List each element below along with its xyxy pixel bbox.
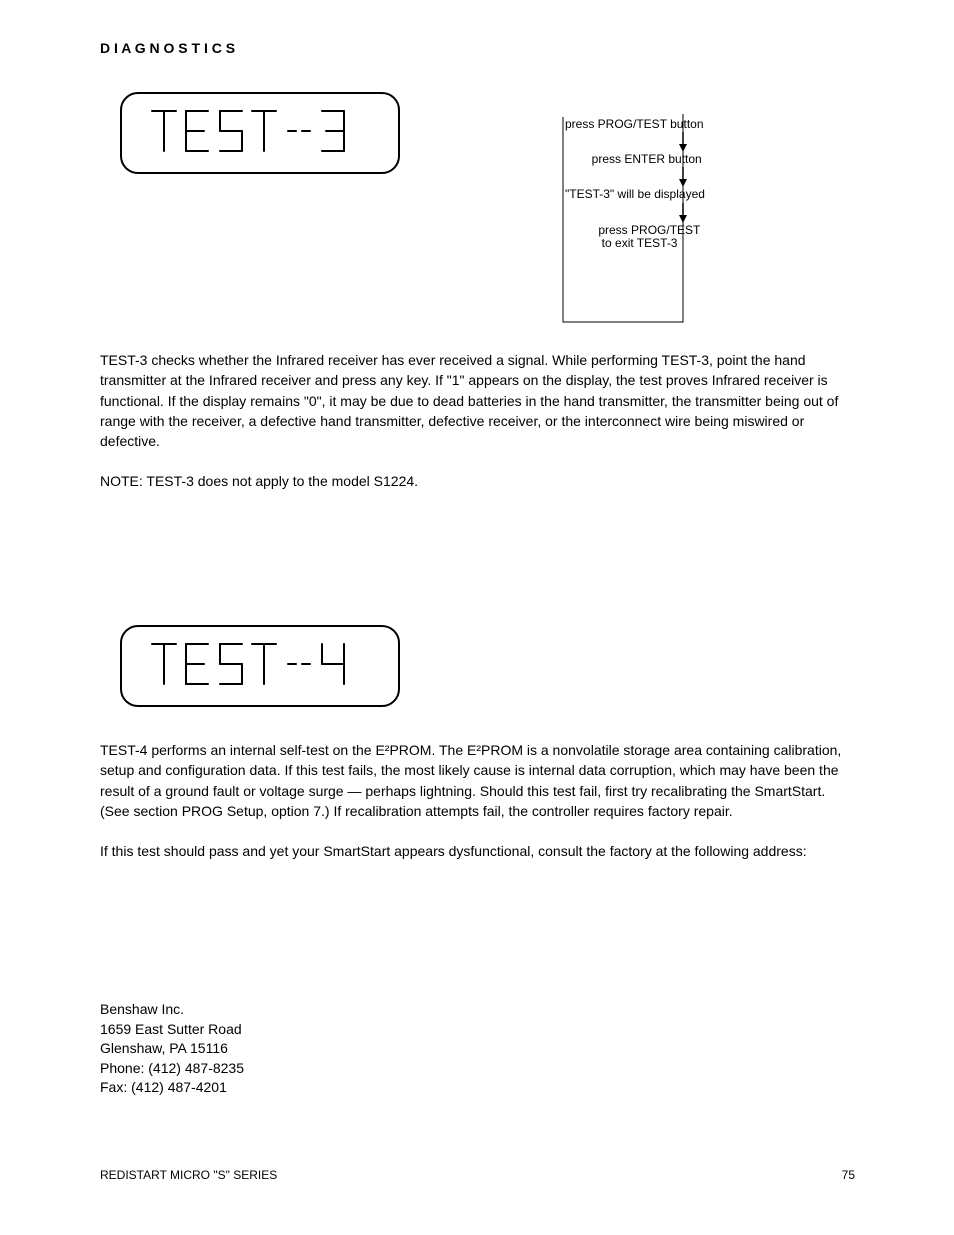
flow-bracket-icon: [560, 114, 690, 326]
lcd-display-test3: [120, 92, 400, 174]
test4-paragraph-2: If this test should pass and yet your Sm…: [100, 841, 855, 861]
test3-note: NOTE: TEST-3 does not apply to the model…: [100, 471, 855, 491]
test3-description-block: TEST-3 checks whether the Infrared recei…: [100, 350, 855, 512]
lcd-text-test4: [146, 636, 376, 696]
test4-paragraph-1: TEST-4 performs an internal self-test on…: [100, 740, 855, 821]
city-state-zip: Glenshaw, PA 15116: [100, 1039, 244, 1059]
footer-left: REDISTART MICRO "S" SERIES: [100, 1168, 277, 1182]
footer-right: 75: [842, 1168, 855, 1182]
page-footer: REDISTART MICRO "S" SERIES 75: [100, 1168, 855, 1182]
lcd-display-test4: [120, 625, 400, 707]
test3-paragraph: TEST-3 checks whether the Infrared recei…: [100, 350, 855, 451]
street-address: 1659 East Sutter Road: [100, 1020, 244, 1040]
section-header: D I A G N O S T I C S: [100, 40, 235, 56]
contact-address: Benshaw Inc. 1659 East Sutter Road Glens…: [100, 1000, 244, 1098]
phone: Phone: (412) 487-8235: [100, 1059, 244, 1079]
company-name: Benshaw Inc.: [100, 1000, 244, 1020]
lcd-text-test3: [146, 103, 376, 163]
flow-box: press PROG/TEST button press ENTER butto…: [565, 118, 865, 250]
fax: Fax: (412) 487-4201: [100, 1078, 244, 1098]
test4-description-block: TEST-4 performs an internal self-test on…: [100, 740, 855, 881]
